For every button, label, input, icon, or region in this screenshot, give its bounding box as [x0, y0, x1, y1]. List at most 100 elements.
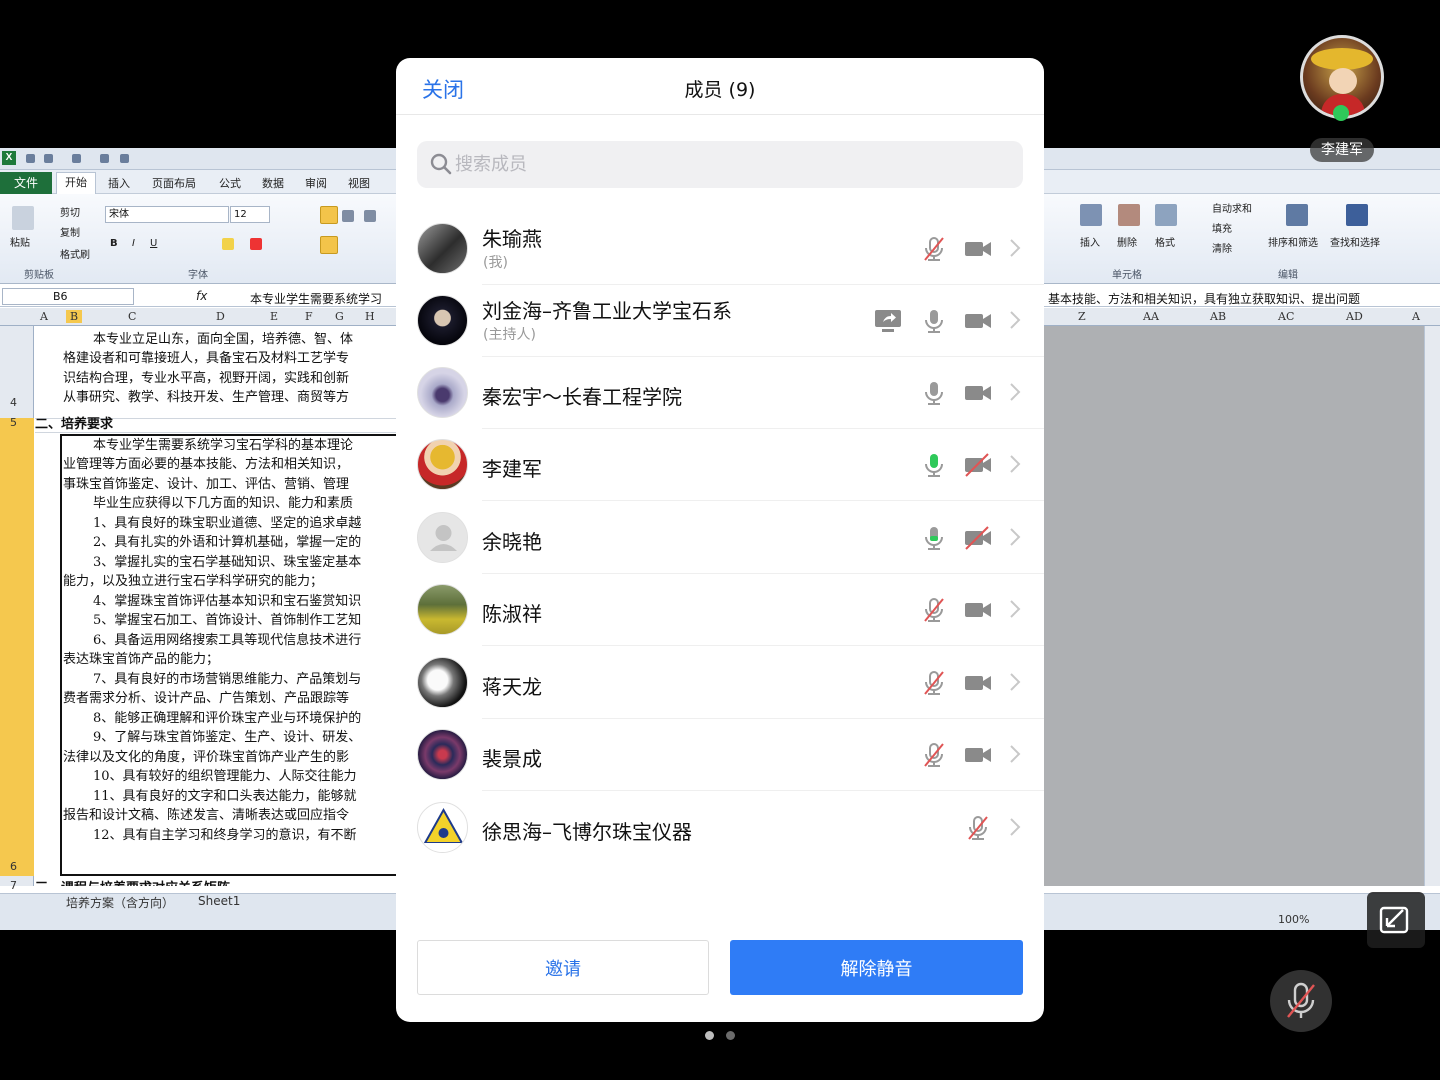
ribbon-tab-formulas: 公式 [219, 177, 241, 190]
mic-muted-icon[interactable] [920, 669, 948, 697]
video-off-icon[interactable] [964, 524, 992, 552]
chevron-right-icon [1010, 239, 1021, 257]
video-on-icon[interactable] [964, 741, 992, 769]
video-on-icon[interactable] [964, 596, 992, 624]
company-logo-icon [422, 807, 465, 850]
worksheet: 本专业立足山东，面向全国，培养德、智、体 格建设者和可靠接班人，具备宝石及材料工… [35, 326, 396, 886]
member-avatar [417, 584, 468, 635]
member-name: 李建军 [482, 457, 542, 481]
selected-row-header [0, 418, 34, 876]
italic-icon: I [132, 238, 135, 249]
vertical-scrollbar [1424, 326, 1440, 886]
print-preview-icon [100, 154, 109, 163]
chevron-right-icon [1010, 745, 1021, 763]
paste-icon [12, 206, 34, 230]
insert-cells-icon [1080, 204, 1102, 226]
ribbon-tab-review: 审阅 [305, 177, 327, 190]
sheet-text: 4、掌握珠宝首饰评估基本知识和宝石鉴赏知识 [93, 594, 362, 609]
row-number: 6 [10, 860, 17, 873]
mic-muted-icon[interactable] [920, 596, 948, 624]
undo-icon [44, 154, 53, 163]
member-row[interactable]: 刘金海–齐鲁工业大学宝石系 (主持人) [396, 285, 1044, 357]
font-color-icon [250, 238, 262, 250]
mic-muted-icon[interactable] [920, 235, 948, 263]
ribbon-tab-file: 文件 [0, 172, 52, 194]
ribbon-tab-view: 视图 [348, 177, 370, 190]
column-header: C [128, 310, 137, 323]
excel-logo-icon: X [2, 151, 16, 165]
sheet-text: 2、具有扎实的外语和计算机基础，掌握一定的 [93, 535, 362, 550]
sheet-heading: 三、课程与培养要求对应关系矩阵 [35, 877, 230, 886]
name-box: B6 [2, 288, 134, 305]
invite-button[interactable]: 邀请 [417, 940, 709, 995]
ribbon-tab-page-layout: 页面布局 [152, 177, 196, 190]
page-indicator-dot-active[interactable] [705, 1031, 714, 1040]
member-row[interactable]: 朱瑜燕 (我) [396, 213, 1044, 285]
sheet-text: 业管理等方面必要的基本技能、方法和相关知识， [63, 457, 350, 472]
row-number: 5 [10, 416, 17, 429]
member-row[interactable]: 李建军 [396, 429, 1044, 501]
search-icon [430, 153, 452, 175]
unmute-all-button[interactable]: 解除静音 [730, 940, 1023, 995]
video-on-icon[interactable] [964, 669, 992, 697]
video-on-icon[interactable] [964, 379, 992, 407]
shrink-window-icon [1379, 906, 1409, 934]
editing-group-label: 编辑 [1278, 270, 1298, 281]
member-name: 徐思海–飞博尔珠宝仪器 [482, 820, 692, 844]
formula-text-left: 本专业学生需要系统学习 [250, 292, 383, 306]
column-header: D [216, 310, 225, 323]
sheet-text: 从事研究、教学、科技开发、生产管理、商贸等方 [63, 390, 350, 405]
column-header: AB [1210, 310, 1227, 323]
sheet-text: 9、了解与珠宝首饰鉴定、生产、设计、研发、 [93, 730, 362, 745]
cells-group-label: 单元格 [1112, 270, 1142, 281]
chevron-right-icon [1010, 528, 1021, 546]
search-input[interactable] [455, 141, 1005, 188]
column-header: H [365, 310, 375, 323]
member-row[interactable]: 裴景成 [396, 719, 1044, 791]
mic-on-icon[interactable] [920, 524, 948, 552]
sheet-text: 本专业学生需要系统学习宝石学科的基本理论 [93, 438, 354, 453]
screen-share-icon [875, 310, 901, 332]
member-avatar [417, 512, 468, 563]
font-name-box: 宋体 [105, 206, 229, 223]
mic-muted-icon[interactable] [964, 814, 992, 842]
page-indicator-dot[interactable] [726, 1031, 735, 1040]
format-painter-label: 格式刷 [60, 250, 90, 261]
minimize-window-button[interactable] [1367, 892, 1425, 948]
self-mic-toggle-button[interactable] [1270, 970, 1332, 1032]
member-row[interactable]: 徐思海–飞博尔珠宝仪器 [396, 792, 1044, 864]
video-on-icon[interactable] [964, 307, 992, 335]
mic-on-icon[interactable] [920, 379, 948, 407]
font-size-box: 12 [230, 206, 270, 223]
member-avatar [417, 729, 468, 780]
row-number: 7 [10, 879, 17, 892]
member-avatar [417, 295, 468, 346]
chevron-right-icon [1010, 600, 1021, 618]
align-top-icon [320, 206, 338, 224]
search-box[interactable] [417, 141, 1023, 188]
member-avatar [417, 367, 468, 418]
member-row[interactable]: 余晓艳 [396, 502, 1044, 574]
row-number: 4 [10, 396, 17, 409]
column-header: F [305, 310, 313, 323]
default-user-icon [430, 525, 457, 551]
member-avatar [417, 439, 468, 490]
mic-speaking-icon[interactable] [920, 451, 948, 479]
member-row[interactable]: 蒋天龙 [396, 647, 1044, 719]
video-on-icon[interactable] [964, 235, 992, 263]
sheet-text: 表达珠宝首饰产品的能力； [63, 652, 220, 667]
mic-on-icon[interactable] [920, 307, 948, 335]
member-row[interactable]: 陈淑祥 [396, 574, 1044, 646]
member-row[interactable]: 秦宏宇～长春工程学院 [396, 357, 1044, 429]
fill-color-icon [222, 238, 234, 250]
sheet-text: 毕业生应获得以下几方面的知识、能力和素质 [93, 496, 354, 511]
video-off-icon[interactable] [964, 451, 992, 479]
cut-label: 剪切 [60, 208, 80, 219]
mic-muted-icon[interactable] [920, 741, 948, 769]
column-header: E [270, 310, 279, 323]
member-avatar [417, 657, 468, 708]
chevron-right-icon [1010, 818, 1021, 836]
clipboard-group-label: 剪贴板 [24, 270, 54, 281]
column-header: AC [1278, 310, 1295, 323]
member-name: 陈淑祥 [482, 602, 542, 626]
